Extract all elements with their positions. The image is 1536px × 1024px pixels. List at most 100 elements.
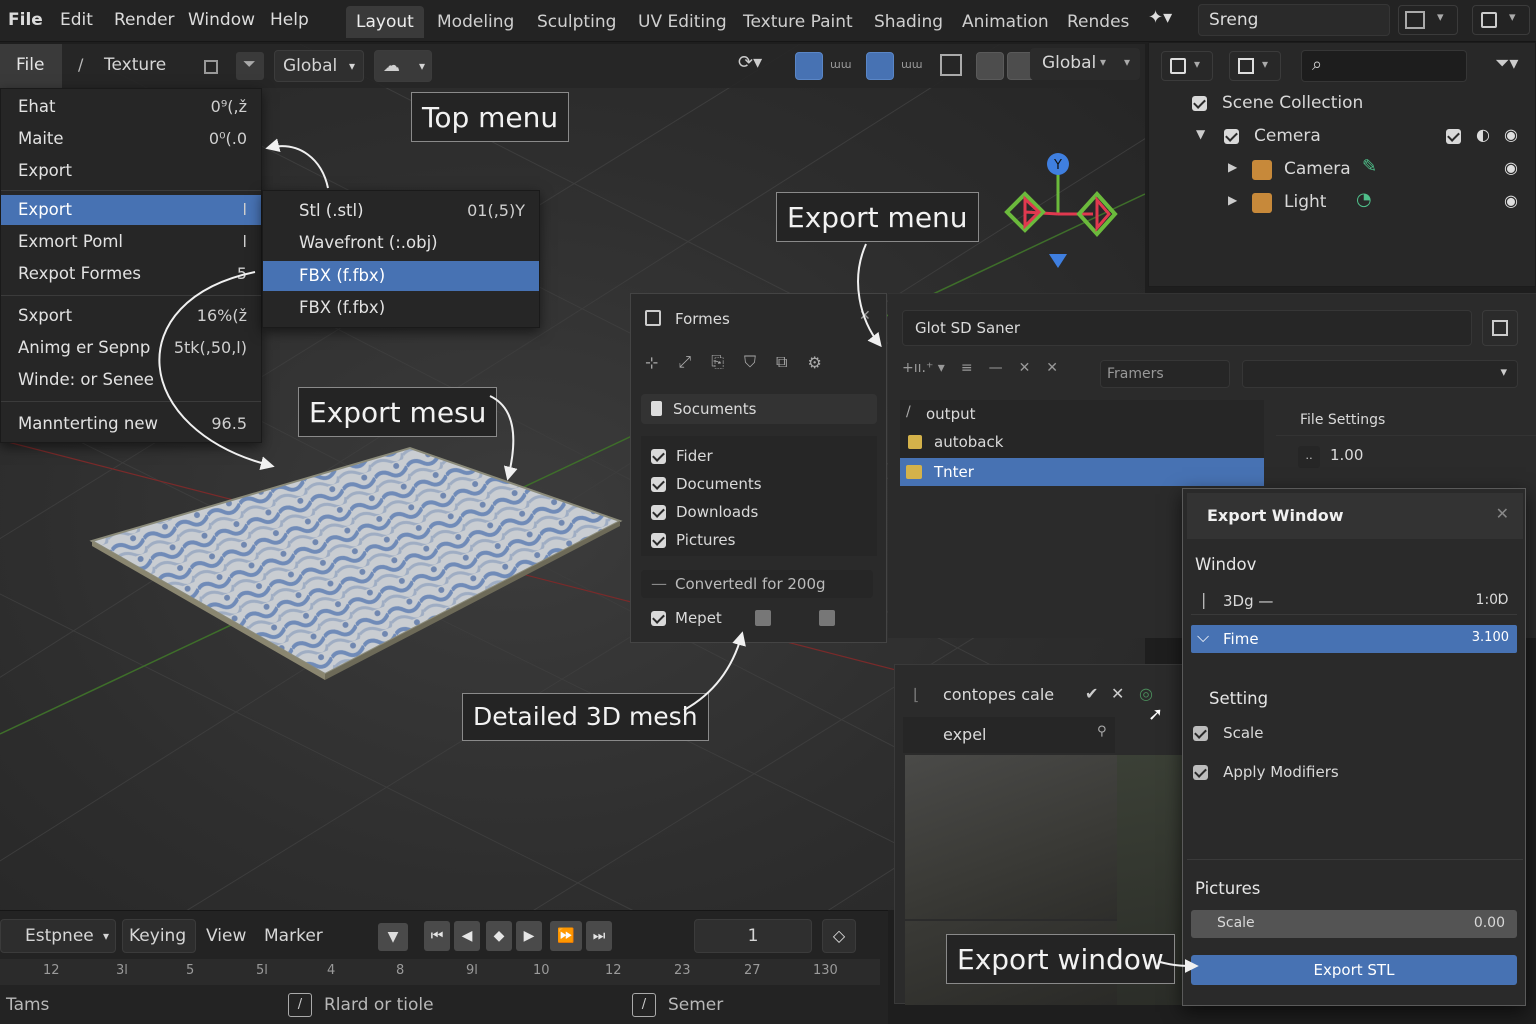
- playback-mode-dropdown[interactable]: Estpnee ▾: [0, 919, 116, 953]
- auto-keying-icon[interactable]: ◇: [822, 919, 856, 953]
- settings-icon[interactable]: ⚙: [807, 353, 821, 372]
- snap-icon[interactable]: ☁ ▾: [374, 50, 432, 82]
- gizmo-options-icon[interactable]: ɯɯ: [830, 58, 851, 71]
- keying-dropdown[interactable]: Keying ▾: [122, 919, 196, 978]
- scene-name-field[interactable]: Sreng: [1198, 4, 1390, 36]
- menu-item-exmort-poml[interactable]: Exmort Poml l: [1, 227, 261, 257]
- scene-selector-icon[interactable]: ✦▾: [1148, 7, 1192, 35]
- file-row-tnter[interactable]: Tnter: [900, 458, 1264, 486]
- menu-edit[interactable]: Edit: [60, 0, 93, 40]
- jump-end-icon[interactable]: ⏭: [586, 921, 612, 951]
- expand-arrow-icon[interactable]: ▼: [1196, 127, 1205, 141]
- filter-input[interactable]: Framers: [1100, 360, 1230, 388]
- view-layer-icon[interactable]: ▾: [1472, 5, 1530, 35]
- outliner-camera[interactable]: ▶ Camera ✎ ◉: [1150, 154, 1536, 186]
- scene-browse-icon[interactable]: ▾: [1398, 5, 1458, 35]
- close-icon[interactable]: ✕: [1019, 360, 1031, 376]
- overlay-toggle-icon[interactable]: [866, 52, 894, 80]
- duplicate-icon[interactable]: ⧉: [776, 352, 787, 372]
- scale-icon[interactable]: ⤢: [678, 352, 691, 372]
- bookmark-fider[interactable]: Fider: [651, 446, 713, 465]
- socuments-section[interactable]: Socuments: [641, 394, 877, 424]
- menu-window[interactable]: Window: [188, 0, 255, 40]
- menu-item-winde[interactable]: Winde: or Senee: [1, 365, 261, 395]
- window-row-fime[interactable]: ⌵ Fime 3.100: [1191, 625, 1517, 653]
- tab-sculpting[interactable]: Sculpting: [527, 6, 626, 38]
- add-icon[interactable]: ⊹: [645, 353, 658, 372]
- close-icon[interactable]: ✕: [1111, 684, 1124, 703]
- file-settings-value[interactable]: ‥ 1.00: [1298, 442, 1398, 470]
- pictures-scale-slider[interactable]: Scale 0.00: [1191, 910, 1517, 938]
- tab-texture-paint[interactable]: Texture Paint: [733, 6, 863, 38]
- outliner-scene-collection[interactable]: Scene Collection: [1150, 88, 1536, 120]
- export-fbx-item[interactable]: FBX (f.fbx): [263, 261, 539, 291]
- tab-layout[interactable]: Layout: [346, 6, 424, 38]
- close-icon[interactable]: ✕: [859, 308, 871, 324]
- outliner-light[interactable]: ▶ Light ◔ ◉: [1150, 187, 1536, 219]
- mepet-toggle-a[interactable]: [755, 610, 771, 626]
- filter-funnel-icon[interactable]: ⏷▾: [1495, 53, 1518, 74]
- export-stl-button[interactable]: Export STL: [1191, 955, 1517, 985]
- transform-icon[interactable]: [200, 54, 228, 78]
- parent-directory-icon[interactable]: [1482, 310, 1518, 346]
- apply-modifiers-row[interactable]: Apply Modifiers: [1193, 762, 1493, 786]
- list-view-icon[interactable]: ≡: [961, 360, 973, 376]
- filter-type-dropdown[interactable]: ▾: [1242, 360, 1518, 388]
- tab-shading[interactable]: Shading: [864, 6, 953, 38]
- tab-rendes[interactable]: Rendes: [1057, 6, 1139, 38]
- right-orientation-dropdown[interactable]: Global ▾ ▾: [1030, 48, 1140, 80]
- visibility-icon[interactable]: ◐: [1476, 125, 1490, 144]
- filter-icon[interactable]: ⏷: [236, 52, 264, 80]
- close-icon[interactable]: ✕: [1496, 504, 1509, 523]
- timeline-view-menu[interactable]: View: [206, 926, 246, 946]
- file-row-output[interactable]: / output: [900, 402, 1264, 426]
- menu-item-animg[interactable]: Animg er Sepnp 5tk(,50,l): [1, 333, 261, 363]
- tab-uv-editing[interactable]: UV Editing: [628, 6, 737, 38]
- keyframe-icon[interactable]: ◆: [486, 921, 512, 951]
- navigation-gizmo[interactable]: Y: [995, 144, 1125, 274]
- menu-item-rexpot-formes[interactable]: Rexpot Formes 5: [1, 259, 261, 289]
- converted-row[interactable]: — Convertedl for 200g: [641, 570, 873, 598]
- render-icon[interactable]: ◉: [1504, 191, 1518, 210]
- texture-label[interactable]: Texture: [104, 55, 166, 75]
- light-data-icon[interactable]: ◔: [1356, 189, 1372, 210]
- menu-item-sxport[interactable]: Sxport 16%(ž: [1, 301, 261, 331]
- globe-icon[interactable]: ◎: [1139, 684, 1153, 703]
- menu-help[interactable]: Help: [270, 0, 309, 40]
- scale-checkbox-row[interactable]: Scale: [1193, 723, 1493, 747]
- export-stl-item[interactable]: Stl (.stl) 01(,5)Y: [263, 196, 539, 226]
- minus-icon[interactable]: —: [989, 360, 1003, 376]
- expand-arrow-icon[interactable]: ▶: [1228, 193, 1237, 207]
- sort-icon[interactable]: +ıı.⁺ ▾: [902, 360, 945, 376]
- file-path-field[interactable]: Glot SD Saner: [902, 310, 1472, 346]
- scale-checkbox[interactable]: [1193, 726, 1208, 741]
- scene-collection-checkbox[interactable]: [1192, 96, 1207, 111]
- overlay-options-icon[interactable]: ɯɯ: [901, 58, 922, 71]
- fast-forward-icon[interactable]: ⏩: [550, 921, 582, 951]
- pin-icon[interactable]: ⚲: [1097, 724, 1107, 739]
- tab-modeling[interactable]: Modeling: [427, 6, 524, 38]
- file-row-autoback[interactable]: autoback: [900, 430, 1264, 454]
- orientation-dropdown[interactable]: Global ▾: [274, 50, 364, 82]
- exclude-checkbox[interactable]: [1446, 129, 1461, 144]
- bookmark-downloads[interactable]: Downloads: [651, 502, 758, 521]
- viewport-file-button[interactable]: File: [0, 44, 62, 88]
- bookmark-pictures[interactable]: Pictures: [651, 530, 735, 549]
- menu-item-ehat[interactable]: Ehat 0⁹(,ž: [1, 92, 261, 122]
- render-icon[interactable]: ◉: [1504, 158, 1518, 177]
- export-fbx-item-2[interactable]: FBX (f.fbx): [263, 293, 539, 323]
- tab-animation[interactable]: Animation: [952, 6, 1059, 38]
- tag-icon[interactable]: ⛉: [744, 352, 756, 372]
- editor-type-icon[interactable]: ▾: [1161, 51, 1213, 81]
- xray-icon[interactable]: [940, 54, 962, 76]
- menu-file[interactable]: File: [8, 0, 43, 40]
- outliner-search-input[interactable]: ⌕: [1301, 50, 1467, 82]
- copy-icon[interactable]: ⎘: [711, 352, 724, 372]
- play-reverse-icon[interactable]: ◀: [454, 921, 480, 951]
- mepet-row[interactable]: Mepet: [641, 604, 877, 632]
- outliner-collection[interactable]: ▼ Cemera ◐ ◉: [1150, 121, 1536, 153]
- dropdown-arrow-icon[interactable]: ▼: [378, 923, 408, 951]
- timeline-marker-menu[interactable]: Marker: [264, 926, 323, 946]
- export-obj-item[interactable]: Wavefront (:.obj): [263, 228, 539, 258]
- camera-data-icon[interactable]: ✎: [1362, 156, 1377, 177]
